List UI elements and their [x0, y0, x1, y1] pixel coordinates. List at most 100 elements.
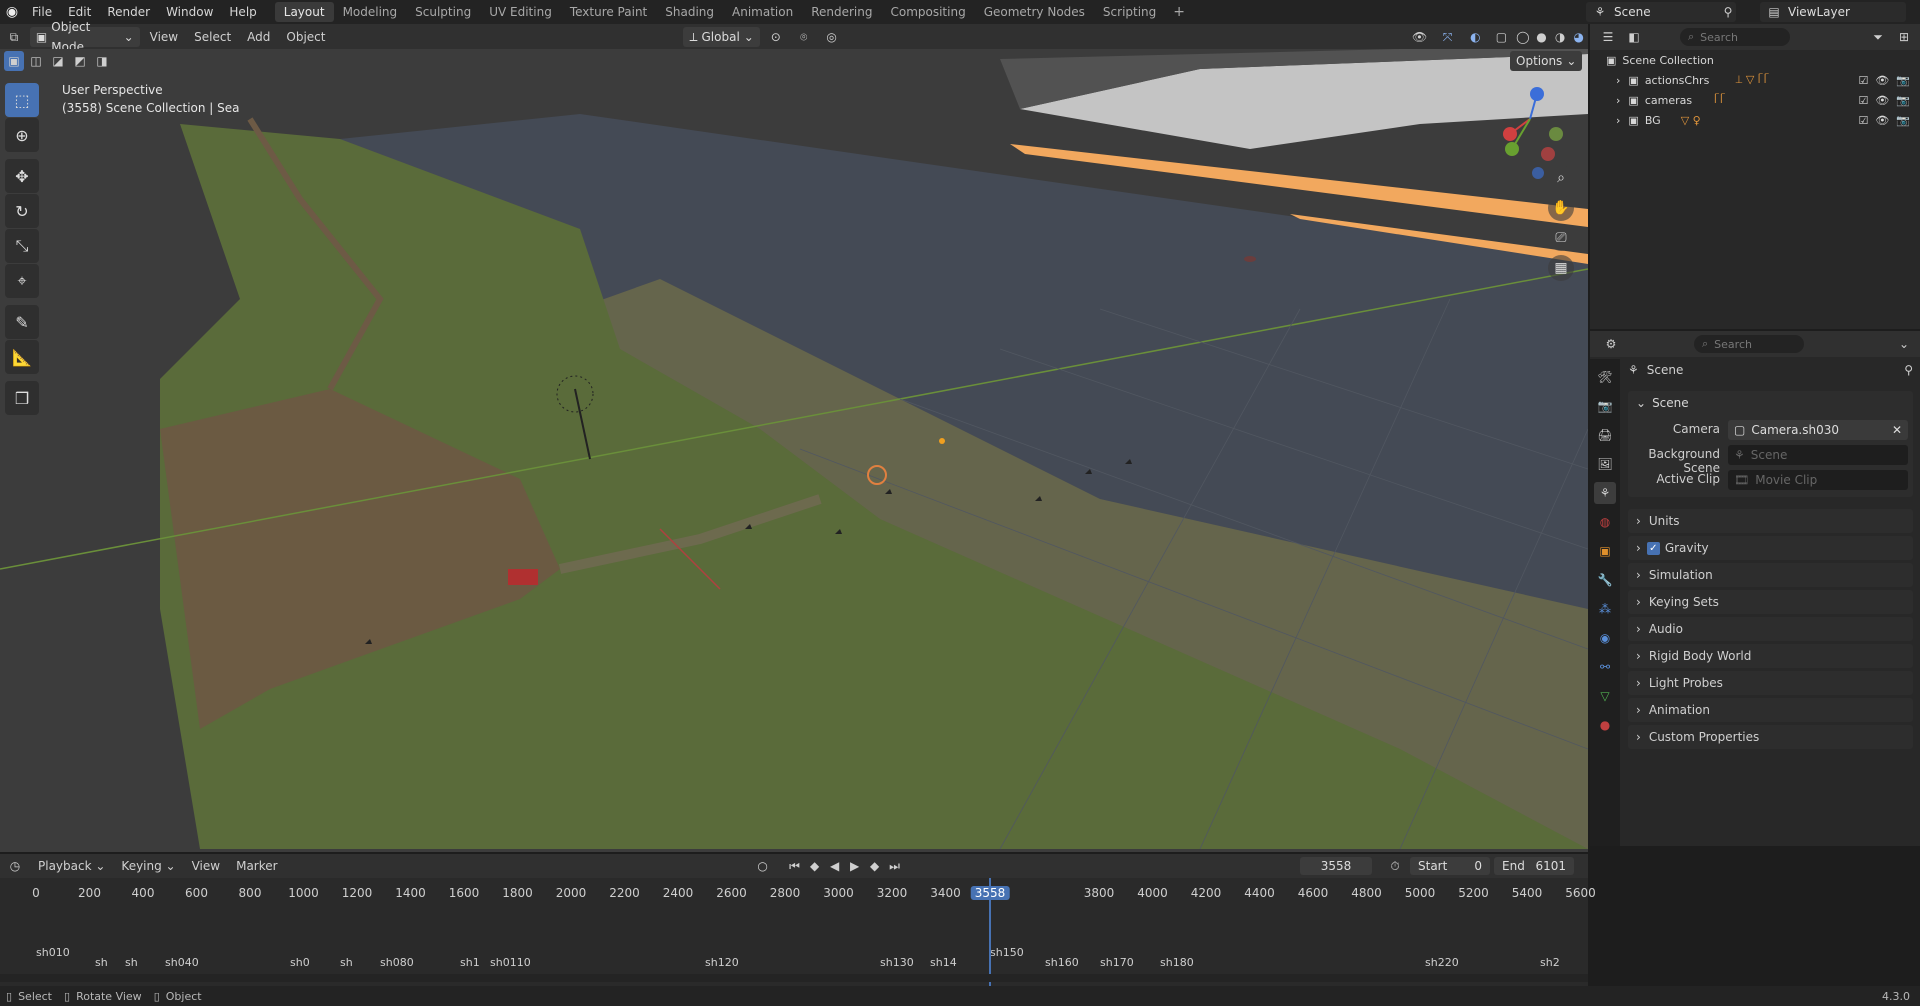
timeline-marker[interactable]: sh1: [460, 956, 480, 969]
play-icon[interactable]: ▶: [845, 856, 865, 876]
add-cube-tool-icon[interactable]: ❒: [5, 381, 39, 415]
subpanel-units[interactable]: › Units: [1628, 509, 1913, 533]
eye-icon[interactable]: 👁: [1875, 74, 1889, 87]
snap-icon[interactable]: ⌾: [790, 27, 818, 47]
menu-help[interactable]: Help: [221, 0, 264, 24]
tab-rendering[interactable]: Rendering: [802, 2, 881, 22]
gizmo-icon[interactable]: ⤧: [1434, 27, 1462, 47]
timeline-marker[interactable]: sh: [340, 956, 353, 969]
tab-layout[interactable]: Layout: [274, 2, 334, 22]
select-subtract-icon[interactable]: ◪: [48, 51, 68, 71]
options-dropdown[interactable]: Options ⌄: [1510, 51, 1582, 71]
jump-start-icon[interactable]: ⏮: [785, 856, 805, 876]
timeline-marker[interactable]: sh130: [880, 956, 914, 969]
jump-keyframe-back-icon[interactable]: ◆: [805, 856, 825, 876]
timeline-marker[interactable]: sh150: [990, 946, 1024, 959]
timeline-marker[interactable]: sh040: [165, 956, 199, 969]
expand-arrow-icon[interactable]: ›: [1616, 74, 1620, 87]
transform-orientation-dropdown[interactable]: ⟂ Global ⌄: [683, 26, 760, 47]
physics-tab-icon[interactable]: ◉: [1594, 627, 1616, 649]
tab-shading[interactable]: Shading: [656, 2, 723, 22]
add-workspace-icon[interactable]: +: [1165, 4, 1193, 20]
world-tab-icon[interactable]: ◍: [1594, 511, 1616, 533]
3d-viewport[interactable]: User Perspective (3558) Scene Collection…: [0, 49, 1588, 852]
move-tool-icon[interactable]: ✥: [5, 159, 39, 193]
timeline-editor[interactable]: ◷ Playback ⌄ Keying ⌄ View Marker ○ ⏮ ◆ …: [0, 854, 1596, 994]
editor-type-icon[interactable]: ⧉: [0, 27, 28, 47]
start-frame-field[interactable]: Start 0: [1410, 857, 1490, 875]
eye-icon[interactable]: 👁: [1875, 94, 1889, 107]
outliner-item-actionschrs[interactable]: › ▣ actionsChrs ⟂ ▽ ᥬ ᥬ ☑ 👁 📷: [1590, 70, 1920, 90]
timeline-scrollbar[interactable]: [0, 974, 1588, 982]
select-new-icon[interactable]: ▣: [4, 51, 24, 71]
select-extend-icon[interactable]: ◫: [26, 51, 46, 71]
new-collection-icon[interactable]: ⊞: [1894, 27, 1914, 47]
material-shading-icon[interactable]: ◑: [1551, 27, 1570, 47]
subpanel-gravity[interactable]: › ✓ Gravity: [1628, 536, 1913, 560]
pin-icon[interactable]: ⚲: [1904, 363, 1913, 377]
auto-keying-icon[interactable]: ○: [751, 856, 775, 876]
menu-keying[interactable]: Keying ⌄: [113, 855, 183, 877]
tab-compositing[interactable]: Compositing: [881, 2, 974, 22]
subpanel-keying-sets[interactable]: › Keying Sets: [1628, 590, 1913, 614]
menu-view[interactable]: View: [142, 26, 186, 48]
menu-object[interactable]: Object: [278, 26, 333, 48]
solid-shading-icon[interactable]: ●: [1532, 27, 1551, 47]
pin-icon[interactable]: ⚲: [1720, 2, 1736, 22]
visibility-icon[interactable]: 👁: [1406, 27, 1434, 47]
cursor-tool-icon[interactable]: ⊕: [5, 118, 39, 152]
timeline-marker[interactable]: sh010: [36, 946, 70, 959]
camera-icon[interactable]: 📷: [1896, 114, 1910, 127]
pan-hand-icon[interactable]: ✋: [1548, 195, 1574, 221]
jump-end-icon[interactable]: ⏭: [885, 856, 905, 876]
timeline-marker[interactable]: sh120: [705, 956, 739, 969]
menu-playback[interactable]: Playback ⌄: [30, 855, 113, 877]
timeline-marker[interactable]: sh0: [290, 956, 310, 969]
timeline-marker[interactable]: sh: [95, 956, 108, 969]
stopwatch-icon[interactable]: ⏱: [1385, 856, 1405, 876]
blender-logo-icon[interactable]: ◉: [0, 0, 24, 24]
current-frame-field[interactable]: 3558: [1300, 857, 1372, 875]
clear-icon[interactable]: ✕: [1892, 423, 1902, 437]
tab-sculpting[interactable]: Sculpting: [406, 2, 480, 22]
gravity-checkbox[interactable]: ✓: [1646, 541, 1660, 555]
measure-tool-icon[interactable]: 📐: [5, 340, 39, 374]
mode-dropdown[interactable]: ▣ Object Mode ⌄: [29, 20, 140, 54]
chevron-down-icon[interactable]: ⌄: [1894, 334, 1914, 354]
tab-uv-editing[interactable]: UV Editing: [480, 2, 561, 22]
tab-texture-paint[interactable]: Texture Paint: [561, 2, 656, 22]
checkbox-icon[interactable]: ☑: [1858, 74, 1868, 87]
output-tab-icon[interactable]: 🖨: [1594, 424, 1616, 446]
select-invert-icon[interactable]: ◩: [70, 51, 90, 71]
rotate-tool-icon[interactable]: ↻: [5, 194, 39, 228]
view-layer-selector[interactable]: ▤ ViewLayer: [1760, 2, 1906, 22]
tab-geometry-nodes[interactable]: Geometry Nodes: [975, 2, 1094, 22]
tab-modeling[interactable]: Modeling: [334, 2, 407, 22]
select-intersect-icon[interactable]: ◨: [92, 51, 112, 71]
annotate-tool-icon[interactable]: ✎: [5, 305, 39, 339]
subpanel-rigid-body-world[interactable]: › Rigid Body World: [1628, 644, 1913, 668]
active-clip-field[interactable]: 🎞 Movie Clip: [1728, 470, 1908, 490]
end-frame-field[interactable]: End 6101: [1494, 857, 1574, 875]
outliner-item-cameras[interactable]: › ▣ cameras ᥬ ᥬ ☑ 👁 📷: [1590, 90, 1920, 110]
display-mode-icon[interactable]: ◧: [1624, 27, 1644, 47]
camera-view-icon[interactable]: ⎚: [1548, 225, 1574, 251]
view-layer-tab-icon[interactable]: 🖼: [1594, 453, 1616, 475]
render-tab-icon[interactable]: 📷: [1594, 395, 1616, 417]
timeline-marker[interactable]: sh080: [380, 956, 414, 969]
timeline-editor-icon[interactable]: ◷: [0, 856, 30, 876]
timeline-marker[interactable]: sh160: [1045, 956, 1079, 969]
rendered-shading-icon[interactable]: ◕: [1569, 27, 1588, 47]
transform-tool-icon[interactable]: ⌖: [5, 264, 39, 298]
subpanel-animation[interactable]: › Animation: [1628, 698, 1913, 722]
expand-arrow-icon[interactable]: ›: [1616, 94, 1620, 107]
scene-selector[interactable]: ⚘ Scene ⚲: [1586, 2, 1736, 22]
camera-icon[interactable]: 📷: [1896, 74, 1910, 87]
subpanel-simulation[interactable]: › Simulation: [1628, 563, 1913, 587]
subpanel-light-probes[interactable]: › Light Probes: [1628, 671, 1913, 695]
properties-editor-icon[interactable]: ⚙: [1598, 334, 1624, 354]
timeline-marker[interactable]: sh0110: [490, 956, 531, 969]
menu-window[interactable]: Window: [158, 0, 221, 24]
scale-tool-icon[interactable]: ⤡: [5, 229, 39, 263]
xray-icon[interactable]: ▢: [1489, 27, 1513, 47]
